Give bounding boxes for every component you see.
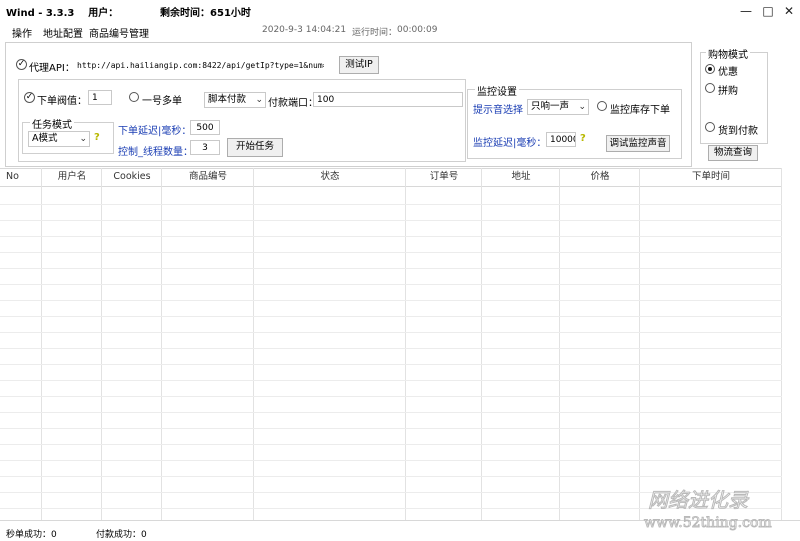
thread-count-label: 控制_线程数量：	[118, 147, 193, 158]
column-header-price[interactable]: 价格	[560, 168, 640, 186]
table-row-line	[0, 204, 782, 205]
table-row-line	[0, 300, 782, 301]
menu-item-address-config[interactable]: 地址配置	[43, 25, 83, 40]
minimize-button[interactable]: —	[738, 3, 754, 19]
table-row-line	[0, 316, 782, 317]
proxy-checkbox[interactable]: ✓	[16, 59, 27, 70]
table-row-line	[0, 476, 782, 477]
shop-mode-discount-label: 优惠	[718, 67, 738, 78]
table-header-divider	[0, 186, 782, 187]
close-button[interactable]: ✕	[781, 3, 797, 19]
sound-select[interactable]: 只响一声 ⌄	[527, 99, 589, 115]
help-icon[interactable]: ?	[94, 132, 100, 143]
monitor-delay-input[interactable]: 10000	[546, 132, 576, 147]
proxy-label: 代理API：	[29, 63, 75, 74]
table-row-line	[0, 412, 782, 413]
watermark-logo-text: 网络进化录	[648, 488, 750, 512]
start-task-button[interactable]: 开始任务	[227, 138, 283, 157]
maximize-button[interactable]: □	[760, 3, 776, 19]
table-row-line	[0, 428, 782, 429]
order-delay-input[interactable]: 500	[190, 120, 220, 135]
site-watermark: 网络进化录 www.52thing.com	[644, 488, 773, 532]
monitor-delay-label: 监控延迟|毫秒：	[473, 138, 547, 149]
sound-select-value: 只响一声	[531, 101, 570, 112]
watermark-url: www.52thing.com	[644, 515, 772, 531]
column-header-status[interactable]: 状态	[254, 168, 406, 186]
chevron-down-icon: ⌄	[578, 102, 586, 112]
table-row-line	[0, 268, 782, 269]
pay-mode-value: 脚本付款	[208, 94, 247, 105]
order-success-count: 秒单成功：0	[6, 530, 57, 540]
table-row-line	[0, 220, 782, 221]
threshold-checkbox[interactable]: ✓	[24, 92, 35, 103]
column-header-order-time[interactable]: 下单时间	[640, 168, 782, 186]
chevron-down-icon: ⌄	[79, 134, 87, 144]
shop-mode-group-buy-label: 拼购	[718, 86, 738, 97]
test-sound-button[interactable]: 调试监控声音	[606, 135, 670, 152]
pay-success-count: 付款成功：0	[96, 530, 147, 540]
column-header-username[interactable]: 用户名	[42, 168, 102, 186]
logistics-query-button[interactable]: 物流查询	[708, 145, 758, 161]
runtime-value: 00:00:09	[397, 25, 438, 35]
monitor-legend: 监控设置	[475, 83, 519, 98]
table-row-line	[0, 460, 782, 461]
column-header-order-no[interactable]: 订单号	[406, 168, 482, 186]
table-row-line	[0, 380, 782, 381]
pay-port-label: 付款端口：	[268, 98, 318, 109]
shop-mode-cod-radio[interactable]	[705, 122, 715, 132]
table-row-line	[0, 332, 782, 333]
column-header-product-code[interactable]: 商品编号	[162, 168, 254, 186]
shop-mode-legend: 购物模式	[706, 46, 750, 61]
task-mode-legend: 任务模式	[30, 116, 74, 131]
table-row-line	[0, 252, 782, 253]
pay-mode-select[interactable]: 脚本付款 ⌄	[204, 92, 266, 108]
multi-order-radio[interactable]	[129, 92, 139, 102]
shop-mode-discount-radio[interactable]	[705, 64, 715, 74]
window-title: Wind - 3.3.3 用户： 剩余时间：651小时	[6, 8, 251, 19]
shop-mode-cod-label: 货到付款	[718, 126, 758, 137]
current-datetime: 2020-9-3 14:04:21	[262, 25, 347, 35]
pay-port-input[interactable]: 100	[313, 92, 463, 107]
help-icon[interactable]: ?	[580, 133, 586, 144]
thread-count-input[interactable]: 3	[190, 140, 220, 155]
table-row-line	[0, 444, 782, 445]
column-header-address[interactable]: 地址	[482, 168, 560, 186]
menu-item-product-code[interactable]: 商品编号管理	[89, 25, 149, 40]
table-row-line	[0, 364, 782, 365]
task-mode-select[interactable]: A模式 ⌄	[28, 131, 90, 147]
threshold-input[interactable]: 1	[88, 90, 112, 105]
task-mode-value: A模式	[32, 133, 58, 144]
table-row-line	[0, 396, 782, 397]
column-header-no[interactable]: No	[0, 168, 46, 186]
stock-monitor-label: 监控库存下单	[610, 105, 670, 116]
test-ip-button[interactable]: 测试IP	[339, 56, 379, 74]
runtime-label: 运行时间：	[352, 28, 398, 38]
table-row-line	[0, 284, 782, 285]
chevron-down-icon: ⌄	[255, 95, 263, 105]
sound-select-label: 提示音选择	[473, 105, 523, 116]
order-delay-label: 下单延迟|毫秒：	[118, 126, 192, 137]
threshold-label: 下单阀值：	[37, 96, 87, 107]
table-row-line	[0, 348, 782, 349]
menu-item-operation[interactable]: 操作	[12, 25, 32, 40]
column-header-cookies[interactable]: Cookies	[102, 168, 162, 186]
table-row-line	[0, 236, 782, 237]
proxy-url-input[interactable]: http://api.hailiangip.com:8422/api/getIp…	[73, 57, 325, 72]
shop-mode-group-buy-radio[interactable]	[705, 83, 715, 93]
multi-order-label: 一号多单	[142, 96, 182, 107]
stock-monitor-radio[interactable]	[597, 101, 607, 111]
